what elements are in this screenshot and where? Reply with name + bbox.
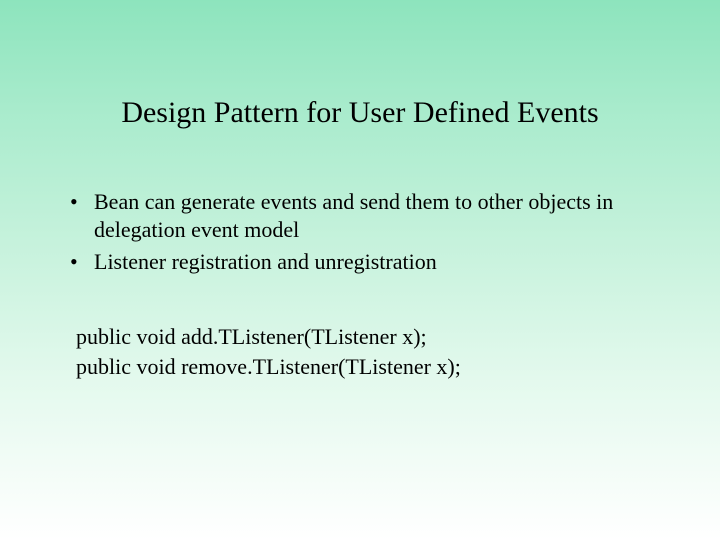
code-block: public void add.TListener(TListener x); … <box>66 322 660 381</box>
slide-body: Bean can generate events and send them t… <box>66 188 660 382</box>
code-line: public void remove.TListener(TListener x… <box>76 352 660 382</box>
bullet-item: Listener registration and unregistration <box>66 248 660 276</box>
code-line: public void add.TListener(TListener x); <box>76 322 660 352</box>
slide: Design Pattern for User Defined Events B… <box>0 0 720 540</box>
bullet-item: Bean can generate events and send them t… <box>66 188 660 244</box>
slide-title: Design Pattern for User Defined Events <box>0 96 720 130</box>
bullet-text: Listener registration and unregistration <box>94 249 437 274</box>
bullet-list: Bean can generate events and send them t… <box>66 188 660 276</box>
bullet-text: Bean can generate events and send them t… <box>94 189 613 242</box>
